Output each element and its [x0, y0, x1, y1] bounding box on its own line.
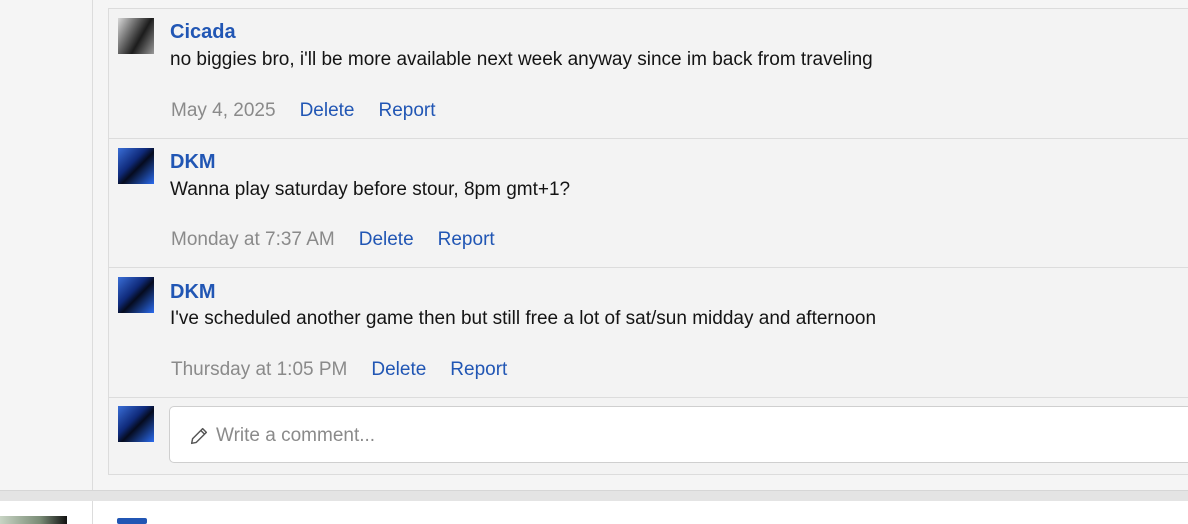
next-post: [0, 501, 1188, 524]
comment-input[interactable]: [214, 419, 1118, 453]
comment-text: I've scheduled another game then but sti…: [170, 308, 877, 329]
comment-item: Cicada no biggies bro, i'll be more avai…: [109, 9, 1188, 139]
avatar[interactable]: [118, 18, 154, 54]
comment-actions: Monday at 7:37 AM Delete Report: [171, 229, 495, 251]
report-link[interactable]: Report: [438, 229, 495, 251]
report-link[interactable]: Report: [450, 359, 507, 381]
comment-actions: May 4, 2025 Delete Report: [171, 100, 436, 122]
comment-author[interactable]: Cicada: [170, 21, 236, 44]
comment-text: no biggies bro, i'll be more available n…: [170, 49, 873, 70]
comment-author[interactable]: DKM: [170, 151, 216, 174]
post-separator: [0, 490, 1188, 501]
delete-link[interactable]: Delete: [359, 229, 414, 251]
comment-item: DKM I've scheduled another game then but…: [109, 268, 1188, 398]
next-post-author[interactable]: [117, 518, 147, 524]
delete-link[interactable]: Delete: [371, 359, 426, 381]
comment-actions: Thursday at 1:05 PM Delete Report: [171, 359, 507, 381]
comment-timestamp[interactable]: May 4, 2025: [171, 100, 276, 122]
comment-thread: Cicada no biggies bro, i'll be more avai…: [108, 8, 1188, 475]
comment-composer[interactable]: [169, 406, 1188, 463]
current-user-avatar: [118, 406, 154, 442]
comment-text: Wanna play saturday before stour, 8pm gm…: [170, 179, 571, 200]
pencil-icon: [190, 427, 208, 445]
comment-author[interactable]: DKM: [170, 281, 216, 304]
comment-timestamp[interactable]: Thursday at 1:05 PM: [171, 359, 347, 381]
avatar[interactable]: [118, 148, 154, 184]
comment-item: DKM Wanna play saturday before stour, 8p…: [109, 138, 1188, 268]
avatar[interactable]: [118, 277, 154, 313]
left-gutter: [0, 0, 93, 490]
comment-timestamp[interactable]: Monday at 7:37 AM: [171, 229, 335, 251]
next-post-divider: [92, 501, 93, 524]
next-post-avatar[interactable]: [0, 516, 67, 524]
delete-link[interactable]: Delete: [300, 100, 355, 122]
report-link[interactable]: Report: [379, 100, 436, 122]
